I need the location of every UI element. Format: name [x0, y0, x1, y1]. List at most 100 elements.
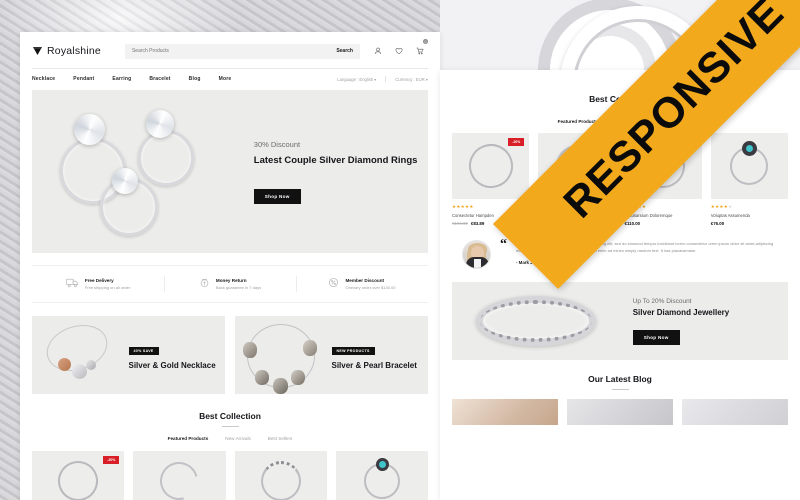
nav-utility-group: Language : English ▾ Currency : EUR ▾: [337, 76, 428, 82]
product-card[interactable]: -20% ★★★★★ Consectetur Hampden €104.00 €8…: [452, 133, 530, 226]
service-title: Money Return: [215, 278, 247, 283]
service-title: Member Discount: [345, 278, 385, 283]
blog-card-row: [440, 399, 800, 425]
header-icon-group: 0: [374, 39, 428, 60]
product-card[interactable]: ★★★★★ Accusantium Doloremque €110.00: [624, 133, 702, 226]
divider: [221, 426, 239, 427]
desktop-preview-panel: Royalshine Search 0 Necklace Pendant Ear…: [20, 32, 440, 500]
product-image: [133, 451, 226, 500]
cart-icon[interactable]: 0: [416, 39, 428, 60]
blog-card[interactable]: [682, 399, 788, 425]
nav-item-bracelet[interactable]: Bracelet: [149, 76, 170, 82]
language-selector[interactable]: Language : English ▾: [337, 77, 376, 82]
language-label: Language : English: [337, 76, 374, 82]
product-card[interactable]: [335, 451, 428, 500]
wide-promo-banner: Up To 20% Discount Silver Diamond Jewell…: [452, 282, 788, 360]
collection-tabs: Featured Products New Arrivals Best Sell…: [440, 119, 800, 124]
product-name: Accusantium Doloremque: [624, 213, 673, 218]
money-return-icon: [199, 275, 210, 293]
current-price: €76.00: [710, 221, 725, 226]
nav-item-necklace[interactable]: Necklace: [32, 76, 55, 82]
best-collection-header: Best Collection Featured Products New Ar…: [20, 411, 440, 441]
divider: [611, 389, 629, 390]
divider: [385, 76, 387, 82]
nav-item-earring[interactable]: Earring: [112, 76, 131, 82]
promo-tag: NEW PRODUCTS: [331, 347, 375, 355]
diamond-bracelet-image: [452, 282, 627, 360]
tab-featured-products[interactable]: Featured Products: [168, 436, 209, 441]
currency-selector[interactable]: Currency : EUR ▾: [395, 77, 428, 82]
product-image: -20%: [32, 451, 125, 500]
blog-image: [682, 399, 788, 425]
divider: [611, 109, 629, 110]
service-desc: Free shipping on all order: [84, 285, 131, 290]
product-image: [538, 133, 616, 199]
tab-featured-products[interactable]: Featured Products: [558, 119, 599, 124]
hero-rings-image: [32, 90, 250, 253]
hero-shop-now-button[interactable]: Shop Now: [253, 188, 301, 204]
product-card[interactable]: [234, 451, 327, 500]
percent-icon: [328, 275, 339, 293]
discount-badge: -20%: [508, 138, 525, 146]
hero-subtitle: 30% Discount: [253, 139, 301, 149]
section-title: Best Collection: [199, 411, 261, 421]
avatar: [462, 240, 491, 269]
account-icon[interactable]: [374, 42, 382, 60]
search-input[interactable]: [131, 48, 337, 54]
product-card[interactable]: -20%: [32, 451, 125, 500]
promo-banner-necklace[interactable]: 40% SAVE Silver & Gold Necklace: [32, 316, 225, 394]
product-card[interactable]: ★★★★★ Exercitat Virgina €87.00: [538, 133, 616, 226]
rating-stars: ★★★★★: [624, 204, 647, 209]
testimonial-block: “ Lorem ipsum dolor sit amet, consectetu…: [440, 226, 800, 269]
wishlist-heart-icon[interactable]: [395, 42, 403, 60]
tab-new-arrivals[interactable]: New Arrivals: [225, 436, 251, 441]
tab-best-sellers[interactable]: Best Sellers: [268, 436, 293, 441]
nav-item-pendant[interactable]: Pendant: [73, 76, 94, 82]
service-feature-bar: Free Delivery Free shipping on all order…: [32, 265, 428, 303]
service-desc: Back guarantee in 7 days: [215, 285, 262, 290]
currency-label: Currency : EUR: [395, 76, 425, 82]
product-grid: -20% ★★★★★ Consectetur Hampden €104.00 €8…: [440, 133, 800, 226]
service-desc: Onevary order over $130.00: [345, 285, 396, 290]
quote-mark-icon: “: [500, 237, 507, 252]
blog-card[interactable]: [567, 399, 673, 425]
product-image: -20%: [452, 133, 530, 199]
search-button[interactable]: Search: [336, 48, 353, 54]
blog-card[interactable]: [452, 399, 558, 425]
nav-item-more[interactable]: More: [219, 76, 232, 82]
search-bar[interactable]: Search: [124, 43, 360, 59]
old-price: €104.00: [452, 221, 468, 226]
main-navigation: Necklace Pendant Earring Bracelet Blog M…: [32, 68, 428, 88]
promo-banner-bracelet[interactable]: NEW PRODUCTS Silver & Pearl Bracelet: [235, 316, 428, 394]
cart-badge: 0: [423, 39, 428, 44]
best-collection-header: Best Collection Featured Products New Ar…: [440, 94, 800, 124]
promo-banner-row: 40% SAVE Silver & Gold Necklace NEW PROD…: [32, 316, 428, 394]
product-card[interactable]: [133, 451, 226, 500]
current-price: €83.89: [470, 221, 485, 226]
wide-banner-subtitle: Up To 20% Discount: [632, 297, 692, 305]
wide-banner-title: Silver Diamond Jewellery: [632, 307, 730, 317]
site-header: Royalshine Search 0: [20, 32, 440, 68]
service-title: Free Delivery: [84, 278, 114, 283]
product-card[interactable]: ★★★★★ Voluptas Assumenda €76.00: [710, 133, 788, 226]
product-name: Voluptas Assumenda: [710, 213, 750, 218]
tab-new-arrivals[interactable]: New Arrivals: [615, 119, 641, 124]
testimonial-text: Lorem ipsum dolor sit amet, consectetur …: [516, 241, 774, 253]
tab-best-sellers[interactable]: Best Sellers: [658, 119, 683, 124]
collection-tabs: Featured Products New Arrivals Best Sell…: [20, 436, 440, 441]
promo-text-block: NEW PRODUCTS Silver & Pearl Bracelet: [331, 339, 429, 371]
product-image: [234, 451, 327, 500]
discount-badge: -20%: [103, 456, 120, 464]
product-image: [710, 133, 788, 199]
service-member-discount: Member Discount Onevary order over $130.…: [296, 275, 428, 293]
current-price: €87.00: [538, 221, 552, 226]
brand-name: Royalshine: [47, 45, 101, 57]
responsive-preview-panel: Best Collection Featured Products New Ar…: [440, 70, 800, 500]
nav-item-blog[interactable]: Blog: [189, 76, 201, 82]
brand-logo[interactable]: Royalshine: [32, 45, 101, 57]
promo-title: Silver & Pearl Bracelet: [331, 361, 417, 370]
promo-text-block: 40% SAVE Silver & Gold Necklace: [128, 339, 226, 371]
service-free-delivery: Free Delivery Free shipping on all order: [32, 275, 164, 293]
product-image: [624, 133, 702, 199]
wide-banner-shop-now-button[interactable]: Shop Now: [632, 329, 680, 345]
